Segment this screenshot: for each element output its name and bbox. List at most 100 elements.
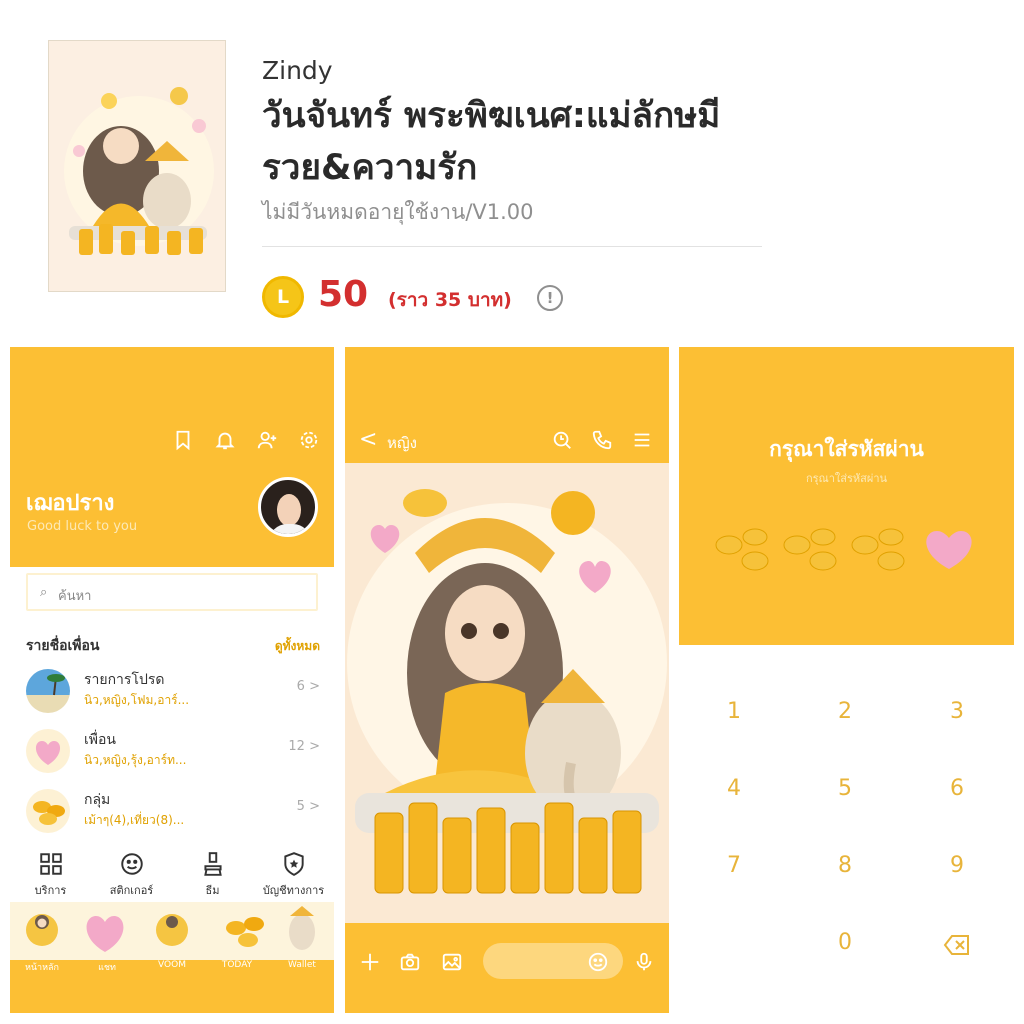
plus-icon[interactable] [359,951,381,973]
key-9[interactable]: 9 [927,853,987,878]
search-input[interactable]: ⌕ ค้นหา [26,573,318,611]
today-tab-coins-icon[interactable] [226,917,264,947]
back-icon[interactable]: < [359,427,377,452]
profile-name[interactable]: เฌอปราง [26,485,114,520]
chat-name: หญิง [387,434,417,452]
passcode-dot-coins-icon [715,528,769,571]
passcode-subtitle: กรุณาใส่รหัสผ่าน [805,472,888,485]
info-icon[interactable]: ! [537,285,563,311]
chat-header: < หญิง [345,347,669,463]
image-icon[interactable] [441,951,463,973]
list-item-count: 12 > [288,739,320,754]
list-item-members: เม้าๆ(4),เที่ยว(8)... [84,813,185,827]
passcode-header: กรุณาใส่รหัสผ่าน กรุณาใส่รหัสผ่าน [679,347,1014,645]
key-2[interactable]: 2 [815,699,875,724]
search-placeholder: ค้นหา [58,589,92,604]
grid-icon [38,851,64,877]
mic-icon[interactable] [633,951,655,973]
passcode-dots [715,528,972,571]
key-8[interactable]: 8 [815,853,875,878]
phone-icon[interactable] [591,429,613,451]
tab-today[interactable]: TODAY [210,960,264,970]
list-item[interactable]: เพื่อน นิว,หญิง,รุ้ง,อาร์ท... 12 > [10,725,334,781]
menu-item-official-accounts[interactable]: บัญชีทางการ [253,845,334,907]
tab-icons-art [26,906,315,952]
preview-passcode-screen: กรุณาใส่รหัสผ่าน กรุณาใส่รหัสผ่าน 1 2 3 … [679,347,1014,1013]
tab-chats[interactable]: แชท [80,960,134,974]
search-icon: ⌕ [40,585,48,600]
chat-tab-heart-icon[interactable] [86,916,124,952]
beach-thumbnail [26,669,70,713]
see-all-link[interactable]: ดูทั้งหมด [275,637,320,656]
list-item-name: กลุ่ม [84,792,111,808]
brush-icon [200,851,226,877]
key-7[interactable]: 7 [704,853,764,878]
chat-background-image [345,463,669,923]
emoji-icon[interactable] [587,951,609,973]
list-item-members: นิว,หญิง,รุ้ง,อาร์ท... [84,753,187,767]
list-item-count: 6 > [296,679,320,694]
line-coin-icon: L [262,276,304,318]
preview-home-screen: เฌอปราง Good luck to you ⌕ ค้นหา รายชื่อ… [10,347,334,1013]
status-message[interactable]: Good luck to you [27,519,137,534]
product-title: วันจันทร์ พระพิฆเนศ:แม่ลักษมี รวย&ความรั… [262,96,721,188]
passcode-dot-coins-icon [851,528,905,571]
price-value: 50 [318,274,369,315]
product-validity: ไม่มีวันหมดอายุใช้งาน/V1.00 [262,200,534,224]
camera-icon[interactable] [399,951,421,973]
menu-label: บริการ [34,884,67,897]
add-friend-icon[interactable] [256,429,278,451]
coins-thumbnail [26,789,70,833]
chat-input-bar [345,923,669,1013]
menu-icon[interactable] [631,429,653,451]
passcode-dot-heart-icon [926,531,972,569]
bookmark-icon[interactable] [172,429,194,451]
menu-item-services[interactable]: บริการ [10,845,91,907]
header-divider [262,246,762,247]
key-0[interactable]: 0 [815,930,875,955]
search-icon[interactable] [551,429,573,451]
smiley-icon [119,851,145,877]
product-thumbnail [48,40,226,292]
passcode-dot-coins-icon [783,528,837,571]
list-item[interactable]: รายการโปรด นิว,หญิง,โฟม,อาร์... 6 > [10,665,334,721]
menu-label: บัญชีทางการ [262,884,325,897]
friends-section-title: รายชื่อเพื่อน [26,638,100,654]
key-1[interactable]: 1 [704,699,764,724]
shortcut-menu: บริการ สติกเกอร์ ธีม บัญชีทางการ [10,845,334,907]
list-item-members: นิว,หญิง,โฟม,อาร์... [84,693,190,707]
shield-star-icon [281,851,307,877]
tab-wallet[interactable]: Wallet [275,960,329,970]
key-6[interactable]: 6 [927,776,987,801]
home-tab-icon[interactable] [26,914,58,946]
wallet-tab-ganesha-icon[interactable] [289,906,315,950]
settings-icon[interactable] [298,429,320,451]
avatar[interactable] [258,477,318,537]
menu-label: สติกเกอร์ [109,884,154,897]
preview-chat-screen: < หญิง [345,347,669,1013]
tab-home[interactable]: หน้าหลัก [15,960,69,974]
key-3[interactable]: 3 [927,699,987,724]
author-name[interactable]: Zindy [262,56,333,85]
list-item-count: 5 > [296,799,320,814]
backspace-icon[interactable] [927,930,987,962]
thumbnail-art [64,87,214,255]
key-4[interactable]: 4 [704,776,764,801]
heart-thumbnail [26,729,70,773]
tab-icons-strip [10,902,334,960]
list-item-name: เพื่อน [84,732,116,748]
list-item-name: รายการโปรด [84,672,165,688]
voom-tab-icon[interactable] [156,914,188,946]
menu-label: ธีม [205,884,220,897]
bell-icon[interactable] [214,429,236,451]
passcode-title: กรุณาใส่รหัสผ่าน [769,437,924,461]
tab-voom[interactable]: VOOM [145,960,199,970]
menu-item-themes[interactable]: ธีม [172,845,253,907]
menu-item-stickers[interactable]: สติกเกอร์ [91,845,172,907]
list-item[interactable]: กลุ่ม เม้าๆ(4),เที่ยว(8)... 5 > [10,785,334,841]
lakshmi-ganesha-art [347,489,667,894]
bottom-tab-bar: หน้าหลัก แชท VOOM TODAY Wallet [10,902,334,1013]
key-5[interactable]: 5 [815,776,875,801]
home-header: เฌอปราง Good luck to you [10,347,334,567]
price-approx: (ราว 35 บาท) [388,289,512,311]
